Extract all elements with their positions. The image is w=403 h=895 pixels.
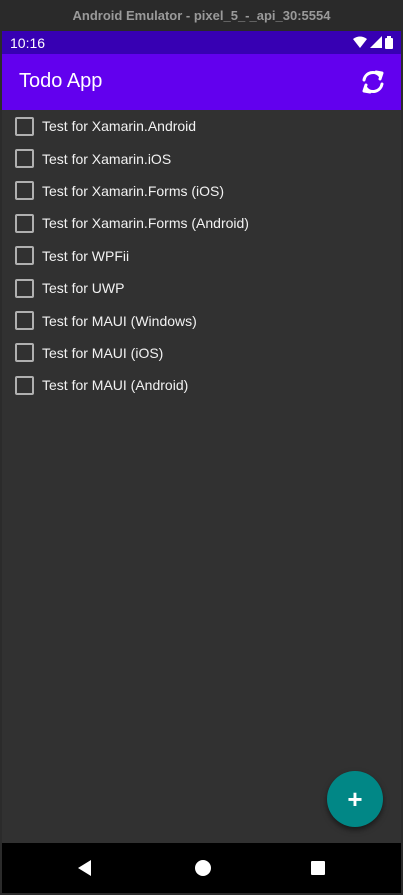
nav-bar xyxy=(2,843,401,893)
todo-label: Test for MAUI (Windows) xyxy=(42,312,197,329)
recent-apps-icon[interactable] xyxy=(308,858,328,878)
todo-checkbox[interactable] xyxy=(15,343,34,363)
app-bar: Todo App xyxy=(2,54,401,110)
todo-item[interactable]: Test for MAUI (Android) xyxy=(2,369,401,401)
todo-item[interactable]: Test for MAUI (iOS) xyxy=(2,337,401,369)
plus-icon: + xyxy=(347,784,363,814)
todo-label: Test for UWP xyxy=(42,280,125,297)
todo-label: Test for MAUI (Android) xyxy=(42,377,189,394)
todo-item[interactable]: Test for Xamarin.Forms (Android) xyxy=(2,207,401,239)
app-title: Todo App xyxy=(19,70,103,92)
todo-label: Test for Xamarin.Android xyxy=(42,118,197,135)
todo-item[interactable]: Test for Xamarin.Android xyxy=(2,110,401,142)
status-icons xyxy=(353,35,393,49)
todo-list: Test for Xamarin.Android Test for Xamari… xyxy=(2,110,401,402)
wifi-icon xyxy=(353,36,367,48)
todo-label: Test for Xamarin.Forms (iOS) xyxy=(42,182,225,199)
add-todo-button[interactable]: + xyxy=(327,771,383,827)
todo-label: Test for Xamarin.iOS xyxy=(42,150,172,167)
phone-screen: 10:16 Todo App Test for Xamarin.Android xyxy=(2,31,401,893)
todo-checkbox[interactable] xyxy=(15,116,34,136)
todo-item[interactable]: Test for Xamarin.Forms (iOS) xyxy=(2,175,401,207)
todo-checkbox[interactable] xyxy=(15,278,34,298)
emulator-window: Android Emulator - pixel_5_-_api_30:5554… xyxy=(0,0,403,895)
signal-icon xyxy=(370,36,382,48)
todo-label: Test for Xamarin.Forms (Android) xyxy=(42,215,249,232)
status-time: 10:16 xyxy=(10,35,46,51)
todo-label: Test for WPFii xyxy=(42,247,130,264)
window-title: Android Emulator - pixel_5_-_api_30:5554 xyxy=(0,0,403,31)
battery-icon xyxy=(385,35,393,49)
todo-checkbox[interactable] xyxy=(15,246,34,266)
back-icon[interactable] xyxy=(75,858,95,878)
refresh-icon[interactable] xyxy=(359,68,387,96)
todo-item[interactable]: Test for Xamarin.iOS xyxy=(2,142,401,174)
todo-item[interactable]: Test for UWP xyxy=(2,272,401,304)
status-bar: 10:16 xyxy=(2,31,401,54)
todo-label: Test for MAUI (iOS) xyxy=(42,344,164,361)
todo-checkbox[interactable] xyxy=(15,149,34,169)
todo-checkbox[interactable] xyxy=(15,181,34,201)
todo-checkbox[interactable] xyxy=(15,213,34,233)
todo-item[interactable]: Test for WPFii xyxy=(2,240,401,272)
todo-item[interactable]: Test for MAUI (Windows) xyxy=(2,304,401,336)
home-icon[interactable] xyxy=(193,858,213,878)
todo-checkbox[interactable] xyxy=(15,375,34,395)
todo-checkbox[interactable] xyxy=(15,311,34,331)
